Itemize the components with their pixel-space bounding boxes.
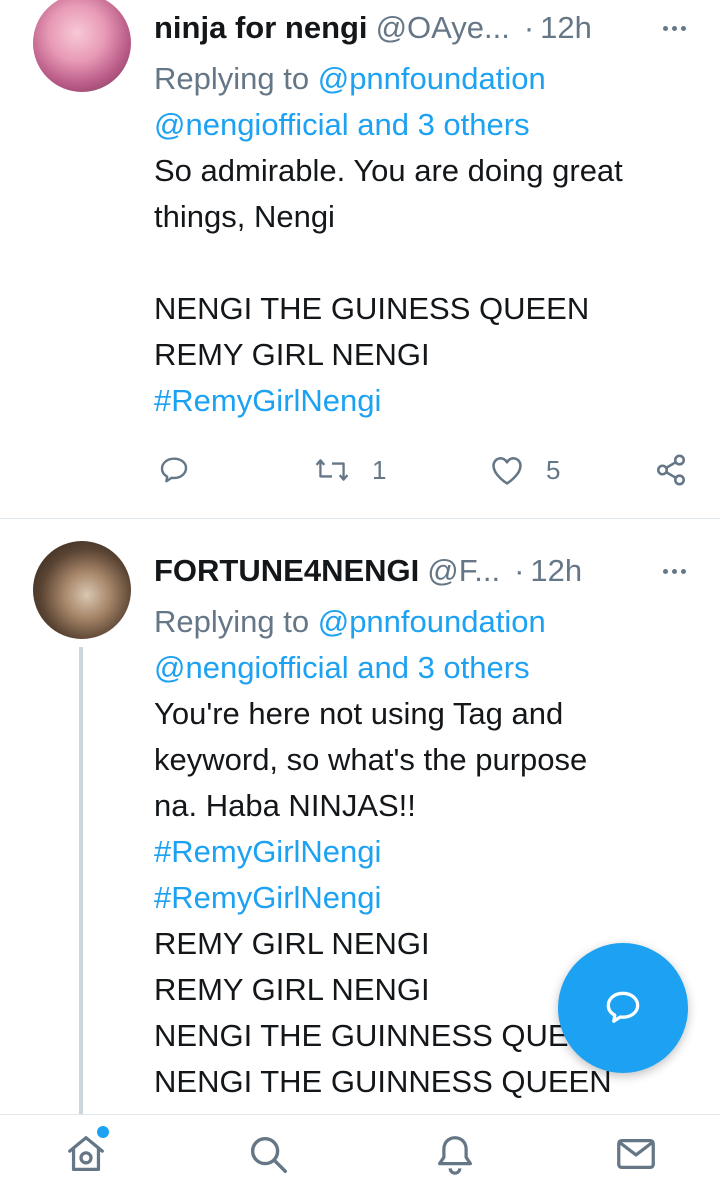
timestamp[interactable]: 12h — [530, 543, 582, 599]
home-notification-badge — [97, 1126, 109, 1138]
avatar[interactable] — [33, 541, 131, 639]
replying-to: Replying to @pnnfoundation — [154, 56, 704, 102]
nav-messages[interactable] — [586, 1115, 686, 1193]
tweet[interactable]: ninja for nengi @OAye... · 12h Replying … — [0, 0, 720, 519]
mention-link[interactable]: @pnnfoundation — [318, 61, 546, 96]
reply-button[interactable] — [158, 440, 190, 500]
like-count: 5 — [546, 454, 561, 485]
user-handle[interactable]: @OAye... — [376, 0, 510, 56]
display-name[interactable]: FORTUNE4NENGI — [154, 543, 419, 599]
tweet-text-line: You're here not using Tag and — [154, 696, 564, 731]
tweet-content: ninja for nengi @OAye... · 12h Replying … — [154, 0, 704, 424]
mention-others-link[interactable]: @nengiofficial and 3 others — [154, 645, 704, 691]
retweet-button[interactable]: 1 — [314, 440, 386, 500]
separator-dot: · — [514, 553, 525, 588]
search-icon — [250, 1136, 287, 1173]
nav-home[interactable] — [36, 1115, 136, 1193]
share-icon — [656, 454, 686, 486]
nav-notifications[interactable] — [405, 1115, 505, 1193]
compose-reply-button[interactable] — [558, 943, 688, 1073]
separator-dot: · — [523, 10, 535, 45]
bell-icon — [438, 1136, 472, 1175]
replying-to: Replying to @pnnfoundation — [154, 599, 704, 645]
user-handle[interactable]: @F... — [427, 543, 500, 599]
nav-search[interactable] — [218, 1115, 318, 1193]
tweet-header: ninja for nengi @OAye... · 12h — [154, 0, 704, 56]
mention-link[interactable]: @pnnfoundation — [318, 604, 546, 639]
tweet-text-line: keyword, so what's the purpose — [154, 742, 588, 777]
hashtag-link[interactable]: #RemyGirlNengi — [154, 378, 704, 424]
replying-prefix: Replying to — [154, 61, 310, 96]
compose-reply-icon — [606, 991, 640, 1023]
more-options-icon[interactable] — [644, 0, 704, 56]
more-options-icon[interactable] — [644, 543, 704, 599]
retweet-icon — [315, 459, 349, 481]
tweet-text-line: So admirable. You are doing great — [154, 153, 623, 188]
mail-icon — [617, 1138, 655, 1170]
mention-others-link[interactable]: @nengiofficial and 3 others — [154, 102, 704, 148]
timestamp[interactable]: 12h — [540, 0, 592, 56]
tweet-header: FORTUNE4NENGI @F... · 12h — [154, 543, 704, 599]
tweet-text-line: things, Nengi — [154, 199, 335, 234]
bottom-nav — [0, 1114, 720, 1193]
tweet-text-line: NENGI THE GUINESS QUEEN — [154, 291, 590, 326]
replying-prefix: Replying to — [154, 604, 310, 639]
heart-icon — [492, 457, 522, 485]
tweet-text-line: REMY GIRL NENGI — [154, 337, 430, 372]
hashtag-link[interactable]: #RemyGirlNengi — [154, 829, 704, 875]
hashtag-link[interactable]: #RemyGirlNengi — [154, 875, 704, 921]
avatar[interactable] — [33, 0, 131, 92]
display-name[interactable]: ninja for nengi — [154, 0, 368, 56]
retweet-count: 1 — [372, 454, 387, 485]
thread-connector — [79, 647, 83, 1114]
tweet-text-line: na. Haba NINJAS!! — [154, 788, 416, 823]
reply-icon — [160, 457, 188, 483]
tweet-body: So admirable. You are doing great things… — [154, 148, 704, 424]
tweet-actions: 1 5 — [154, 440, 720, 500]
like-button[interactable]: 5 — [490, 440, 560, 500]
share-button[interactable] — [654, 440, 688, 500]
